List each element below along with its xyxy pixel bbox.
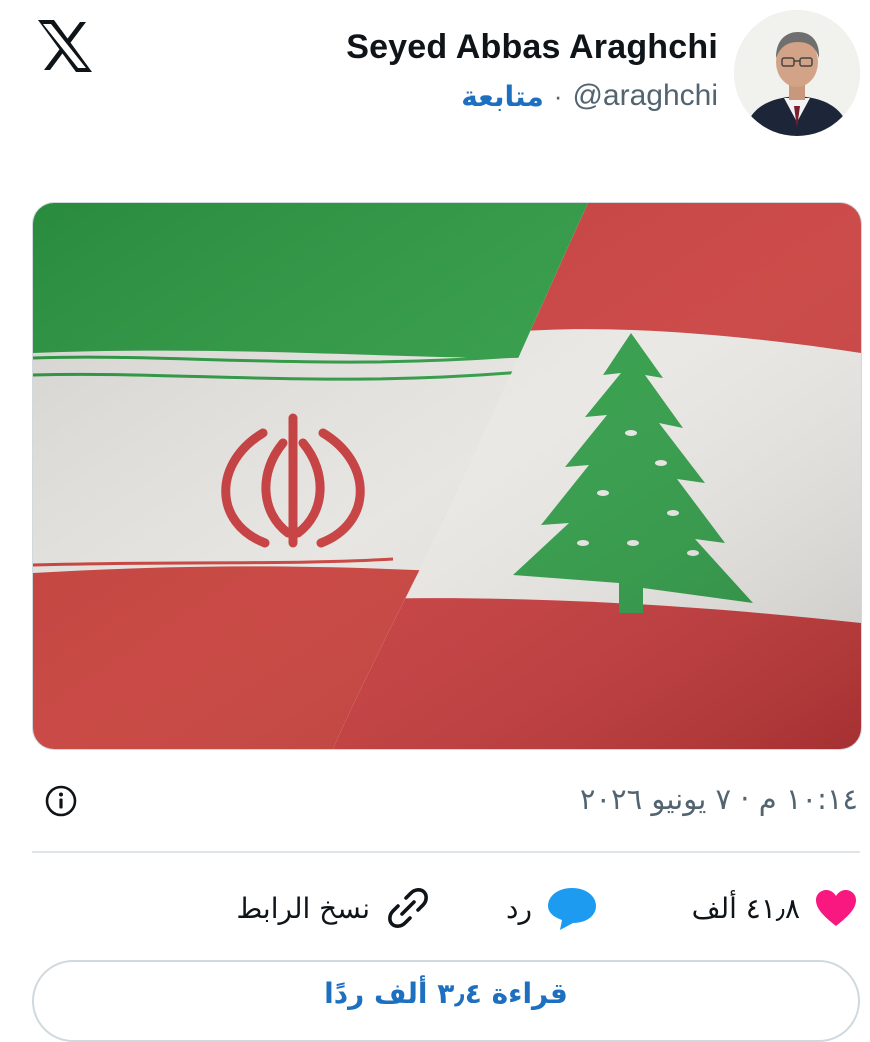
copy-link-button[interactable]: نسخ الرابط	[236, 880, 432, 936]
author-handle-line: متابعة · @araghchi	[346, 79, 718, 113]
speech-bubble-icon	[548, 888, 596, 930]
tweet-actions-bar: ٤١٫٨ ألف رد نسخ الرابط	[0, 880, 870, 940]
avatar[interactable]	[734, 10, 860, 136]
reply-label: رد	[506, 891, 532, 925]
reply-button[interactable]: رد	[506, 880, 598, 936]
tweet-media-image[interactable]	[32, 202, 862, 750]
like-button[interactable]: ٤١٫٨ ألف	[692, 880, 858, 936]
copy-link-label: نسخ الرابط	[236, 891, 370, 925]
divider	[32, 851, 860, 853]
read-replies-button[interactable]: قراءة ٣٫٤ ألف ردًا	[32, 960, 860, 1042]
x-logo-icon[interactable]	[36, 18, 94, 74]
tweet-author-header: Seyed Abbas Araghchi متابعة · @araghchi	[346, 10, 860, 136]
follow-button[interactable]: متابعة	[461, 80, 544, 113]
link-icon	[388, 888, 428, 928]
handle-separator: ·	[553, 80, 563, 111]
heart-icon	[816, 890, 856, 926]
author-name-block: Seyed Abbas Araghchi متابعة · @araghchi	[346, 10, 718, 113]
read-replies-label: قراءة ٣٫٤ ألف ردًا	[324, 976, 568, 1010]
info-circle-icon[interactable]	[44, 784, 78, 818]
tweet-timestamp[interactable]: ١٠:١٤ م · ٧ يونيو ٢٠٢٦	[580, 782, 858, 816]
like-count: ٤١٫٨ ألف	[691, 891, 800, 925]
author-display-name[interactable]: Seyed Abbas Araghchi	[346, 28, 718, 67]
author-handle[interactable]: @araghchi	[572, 79, 718, 113]
